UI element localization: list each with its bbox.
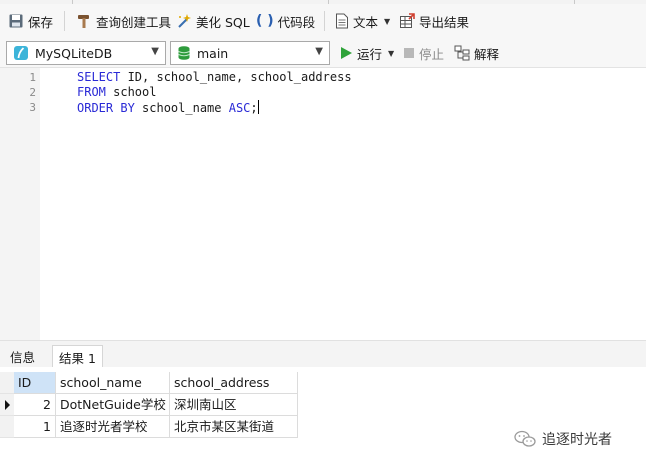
save-button[interactable]: 保存: [8, 10, 53, 32]
database-select[interactable]: main ▼: [170, 41, 330, 65]
export-grid-icon: [400, 13, 415, 28]
chevron-down-icon: ▼: [315, 46, 323, 57]
watermark: 追逐时光者: [514, 429, 612, 449]
play-icon: [341, 47, 352, 59]
query-builder-button[interactable]: 查询创建工具: [76, 10, 171, 32]
toolbar-separator: [324, 11, 325, 31]
sql-keyword: SELECT: [77, 70, 121, 84]
save-label: 保存: [28, 14, 54, 30]
result-grid: ID school_name school_address 2 DotNetGu…: [0, 367, 646, 469]
hammer-icon: [78, 15, 89, 28]
result-tabs-bar: 信息 结果 1: [0, 340, 646, 368]
export-results-button[interactable]: 导出结果: [399, 10, 469, 32]
dropdown-caret-icon: ▼: [384, 16, 391, 26]
table-cell[interactable]: 深圳南山区: [170, 394, 298, 416]
line-number: 2: [29, 86, 36, 99]
query-builder-label: 查询创建工具: [96, 14, 172, 30]
sql-editor[interactable]: SELECT ID, school_name, school_address F…: [40, 68, 646, 340]
current-row-icon: [5, 400, 10, 410]
wechat-logo-icon: [514, 430, 536, 447]
row-header-corner: [0, 372, 14, 394]
database-icon: [178, 46, 190, 60]
sql-text: school_name: [134, 101, 229, 115]
column-header-id[interactable]: ID: [14, 372, 56, 394]
beautify-sql-label: 美化 SQL: [196, 14, 250, 30]
explain-label: 解释: [474, 46, 500, 62]
sql-keyword: ORDER BY: [77, 101, 135, 115]
code-line: FROM school: [77, 85, 156, 99]
main-toolbar: 保存 查询创建工具 美化 SQL ( ) 代码段 文本 ▼ 导出结果: [0, 4, 646, 38]
code-line: ORDER BY school_name ASC;: [77, 100, 259, 115]
sqlite-icon: [14, 46, 28, 60]
run-label: 运行: [357, 46, 383, 62]
document-icon: [336, 13, 348, 29]
code-line: SELECT ID, school_name, school_address: [77, 70, 352, 84]
sql-text: ID, school_name, school_address: [120, 70, 352, 84]
export-results-label: 导出结果: [419, 14, 470, 30]
line-number: 3: [29, 101, 36, 114]
dropdown-caret-icon: ▼: [388, 48, 395, 58]
tab-info-label: 信息: [10, 350, 36, 365]
text-button[interactable]: 文本 ▼: [335, 10, 390, 32]
run-button[interactable]: 运行 ▼: [339, 42, 394, 64]
explain-tree-icon: [454, 45, 470, 61]
watermark-text: 追逐时光者: [542, 432, 612, 448]
tab-result-1-label: 结果 1: [59, 350, 96, 366]
text-label: 文本: [353, 14, 379, 30]
row-selector[interactable]: [0, 394, 14, 416]
sql-keyword: FROM: [77, 85, 106, 99]
table-cell[interactable]: 1: [14, 416, 56, 438]
toolbar-separator: [64, 11, 65, 31]
explain-button[interactable]: 解释: [454, 42, 499, 64]
tab-info[interactable]: 信息: [4, 345, 41, 368]
table-cell[interactable]: 追逐时光者学校: [56, 416, 170, 438]
connection-select[interactable]: MySQLiteDB ▼: [6, 41, 166, 65]
code-snippet-label: 代码段: [277, 14, 316, 30]
line-number: 1: [29, 71, 36, 84]
row-selector[interactable]: [0, 416, 14, 438]
database-value: main: [197, 45, 229, 61]
code-snippet-button[interactable]: ( ) 代码段: [256, 10, 315, 32]
sql-keyword: ASC: [228, 101, 251, 115]
stop-icon: [404, 48, 414, 58]
connection-toolbar: MySQLiteDB ▼ main ▼ 运行 ▼ 停止 解释: [0, 38, 646, 68]
save-icon: [9, 14, 23, 28]
table-cell[interactable]: DotNetGuide学校: [56, 394, 170, 416]
sql-text: school: [105, 85, 157, 99]
stop-button[interactable]: 停止: [403, 42, 444, 64]
tab-result-1[interactable]: 结果 1: [52, 345, 103, 368]
table-cell[interactable]: 北京市某区某街道: [170, 416, 298, 438]
table-cell[interactable]: 2: [14, 394, 56, 416]
parentheses-icon: ( ): [256, 13, 274, 29]
chevron-down-icon: ▼: [151, 46, 159, 57]
magic-wand-icon: [178, 14, 191, 28]
column-header-school-name[interactable]: school_name: [56, 372, 170, 394]
text-cursor: [257, 100, 259, 114]
beautify-sql-button[interactable]: 美化 SQL: [176, 10, 250, 32]
editor-gutter: 1 2 3: [0, 68, 40, 340]
connection-value: MySQLiteDB: [35, 45, 113, 61]
column-header-school-address[interactable]: school_address: [170, 372, 298, 394]
sql-text: ;: [250, 101, 258, 115]
stop-label: 停止: [419, 46, 445, 62]
